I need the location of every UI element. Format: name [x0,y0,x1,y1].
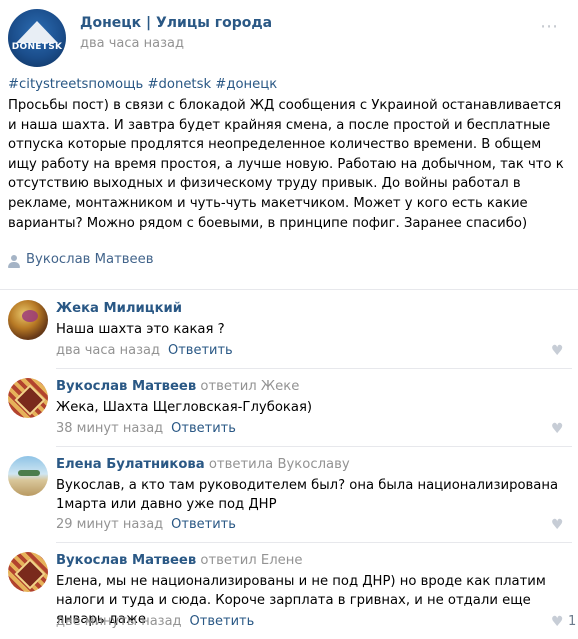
heart-icon: ♥ [551,421,564,437]
like-count: 1 [568,614,577,629]
person-icon [8,255,20,268]
comment-meta: 38 минут назад Ответить [56,421,236,436]
comment-reply-to[interactable]: ответила Вукославу [205,457,350,472]
comment-header: Вукослав Матвеев ответил Елене [56,553,303,568]
comment-time[interactable]: 38 минут назад [56,421,163,436]
comment-text: Вукослав, а кто там руководителем был? о… [56,478,559,512]
more-options-icon[interactable]: ⋯ [540,16,559,37]
heart-icon: ♥ [551,343,564,359]
comment-separator [56,446,572,447]
post-header: DONETSK Донецк | Улицы города два часа н… [0,0,578,74]
post-hashtags[interactable]: #citystreetsпомощь #donetsk #донецк [8,77,277,92]
signer-name-link[interactable]: Вукослав Матвеев [26,252,154,267]
post-text: Просьбы пост) в связи с блокадой ЖД сооб… [8,98,564,231]
reply-button[interactable]: Ответить [190,614,255,629]
comment-avatar[interactable] [8,300,48,340]
like-button[interactable]: ♥ [551,421,577,437]
comment-header: Жека Милицкий [56,301,182,316]
comment-header: Вукослав Матвеев ответил Жеке [56,379,299,394]
comment-item: Елена Булатникова ответила Вукославу Вук… [0,446,578,542]
reply-button[interactable]: Ответить [171,517,236,532]
comment-meta: два часа назад Ответить [56,343,233,358]
comment-author-link[interactable]: Жека Милицкий [56,301,182,316]
comment-item: Вукослав Матвеев ответил Жеке Жека, Шахт… [0,368,578,446]
comment-item: Жека Милицкий Наша шахта это какая ? два… [0,290,578,368]
like-button[interactable]: ♥ [551,343,577,359]
reply-button[interactable]: Ответить [171,421,236,436]
mountain-logo-icon [16,21,58,43]
comment-time[interactable]: 29 минут назад [56,517,163,532]
heart-icon: ♥ [551,614,564,630]
wall-post: DONETSK Донецк | Улицы города два часа н… [0,0,578,639]
post-time[interactable]: два часа назад [80,36,184,51]
reply-button[interactable]: Ответить [168,343,233,358]
comment-item: Вукослав Матвеев ответил Елене Елена, мы… [0,542,578,639]
comment-time[interactable]: две минуты назад [56,614,182,629]
comment-meta: две минуты назад Ответить [56,614,254,629]
group-avatar[interactable]: DONETSK [8,9,66,67]
like-button[interactable]: ♥ [551,517,577,533]
like-button[interactable]: ♥ 1 [551,614,577,630]
heart-icon: ♥ [551,517,564,533]
group-logo-text: DONETSK [11,42,63,52]
comment-time[interactable]: два часа назад [56,343,160,358]
comment-avatar[interactable] [8,456,48,496]
comment-author-link[interactable]: Вукослав Матвеев [56,553,196,568]
comment-avatar[interactable] [8,378,48,418]
comment-avatar[interactable] [8,552,48,592]
comment-separator [56,542,572,543]
comment-author-link[interactable]: Елена Булатникова [56,457,205,472]
comment-separator [56,368,572,369]
comment-author-link[interactable]: Вукослав Матвеев [56,379,196,394]
comment-reply-to[interactable]: ответил Жеке [196,379,299,394]
comment-text: Наша шахта это какая ? [56,322,225,337]
comment-meta: 29 минут назад Ответить [56,517,236,532]
comment-text: Жека, Шахта Щегловская-Глубокая) [56,400,313,415]
group-name-link[interactable]: Донецк | Улицы города [80,15,272,31]
comment-reply-to[interactable]: ответил Елене [196,553,302,568]
comment-header: Елена Булатникова ответила Вукославу [56,457,350,472]
